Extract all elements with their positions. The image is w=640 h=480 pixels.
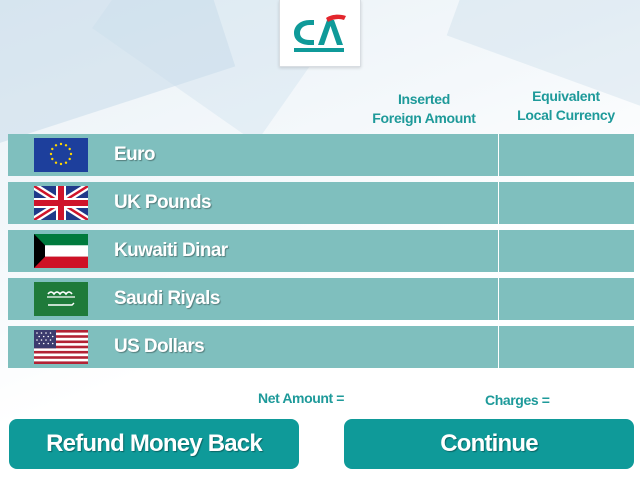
refund-money-back-button[interactable]: Refund Money Back — [9, 419, 299, 469]
uk-flag-icon — [34, 186, 88, 220]
equivalent-amount-cell — [498, 326, 634, 368]
saudi-flag-icon — [34, 282, 88, 316]
equivalent-local-currency-header: Equivalent Local Currency — [506, 87, 626, 125]
equivalent-amount-cell — [498, 230, 634, 272]
eu-flag-icon — [34, 138, 88, 172]
equivalent-amount-cell — [498, 278, 634, 320]
currency-row-us-dollars: US Dollars — [8, 326, 634, 368]
flag-cell — [8, 326, 114, 368]
equivalent-amount-cell — [498, 134, 634, 176]
header-line: Local Currency — [517, 107, 615, 123]
flag-cell — [8, 182, 114, 224]
currency-label: Euro — [114, 144, 155, 165]
header-line: Equivalent — [532, 88, 600, 104]
kuwait-flag-icon — [34, 234, 88, 268]
currency-label: UK Pounds — [114, 192, 212, 213]
bank-logo — [279, 0, 361, 67]
currency-row-euro: Euro — [8, 134, 634, 176]
us-flag-icon — [34, 330, 88, 364]
background-shape — [0, 0, 236, 147]
flag-cell — [8, 230, 114, 272]
currency-row-kuwaiti-dinar: Kuwaiti Dinar — [8, 230, 634, 272]
currency-label: Kuwaiti Dinar — [114, 240, 228, 261]
currency-label: Saudi Riyals — [114, 288, 220, 309]
flag-cell — [8, 134, 114, 176]
credit-agricole-logo-icon — [294, 14, 346, 52]
header-line: Foreign Amount — [372, 110, 476, 126]
header-line: Inserted — [397, 91, 451, 107]
inserted-foreign-amount-header: Inserted Foreign Amount — [366, 90, 482, 128]
continue-button[interactable]: Continue — [344, 419, 634, 469]
net-amount-label: Net Amount = — [258, 390, 345, 406]
currency-row-saudi-riyals: Saudi Riyals — [8, 278, 634, 320]
flag-cell — [8, 278, 114, 320]
equivalent-amount-cell — [498, 182, 634, 224]
charges-label: Charges = — [485, 392, 550, 408]
currency-label: US Dollars — [114, 336, 205, 357]
currency-row-uk-pounds: UK Pounds — [8, 182, 634, 224]
